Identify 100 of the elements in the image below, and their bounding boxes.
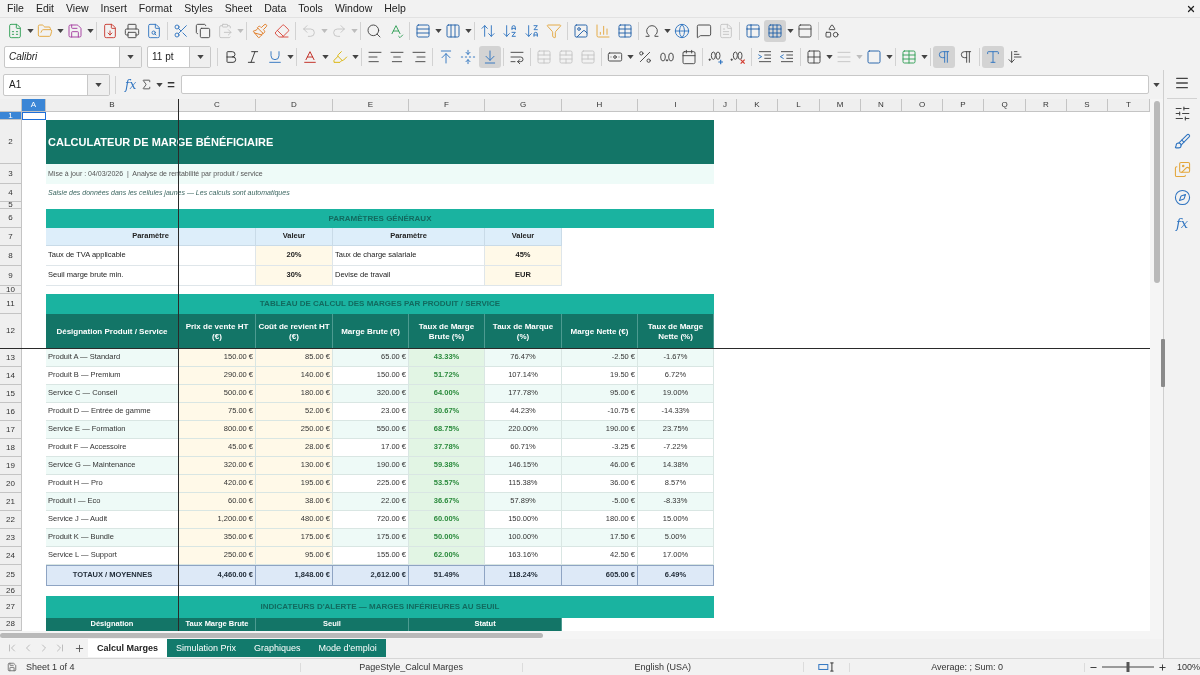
row-header[interactable]: 9 xyxy=(0,266,22,286)
images-icon[interactable] xyxy=(1173,161,1191,178)
name-box[interactable]: A1 xyxy=(3,73,110,96)
caret-icon[interactable] xyxy=(56,28,64,33)
row-header[interactable]: 4 xyxy=(0,184,22,202)
column-header[interactable]: N xyxy=(861,99,902,112)
row-header[interactable]: 18 xyxy=(0,439,22,457)
caret-icon[interactable] xyxy=(321,54,329,59)
menu-item[interactable]: Edit xyxy=(35,3,54,14)
dropdown-button[interactable] xyxy=(119,46,141,67)
font-size-field[interactable]: 11 pt xyxy=(147,45,211,68)
column-header[interactable]: J xyxy=(714,99,737,112)
scrollbar-thumb[interactable] xyxy=(0,632,543,638)
row-header[interactable]: 8 xyxy=(0,246,22,266)
menu-item[interactable]: View xyxy=(66,3,89,14)
row-header[interactable]: 16 xyxy=(0,403,22,421)
left-to-right-button[interactable] xyxy=(933,45,955,68)
zoom-label[interactable]: 100% xyxy=(1176,662,1200,672)
row-header[interactable]: 11 xyxy=(0,294,22,314)
column-header[interactable]: T xyxy=(1108,99,1150,112)
row-header[interactable]: 28 xyxy=(0,618,22,631)
caret-icon[interactable] xyxy=(920,54,928,59)
dropdown-button[interactable] xyxy=(87,74,109,95)
column-header[interactable]: C xyxy=(179,99,256,112)
caret-icon[interactable] xyxy=(786,28,794,33)
menu-item[interactable]: Help xyxy=(384,3,406,14)
menu-item[interactable]: Window xyxy=(334,3,373,14)
freeze-button[interactable] xyxy=(764,19,786,42)
row-header[interactable]: 24 xyxy=(0,547,22,565)
sheet-tab[interactable]: Graphiques xyxy=(245,639,310,657)
row-header[interactable]: 3 xyxy=(0,164,22,184)
column-header[interactable]: G xyxy=(485,99,562,112)
dropdown-button[interactable] xyxy=(189,46,210,67)
row-header[interactable]: 19 xyxy=(0,457,22,475)
sheet-tab[interactable]: Simulation Prix xyxy=(167,639,246,657)
caret-icon[interactable] xyxy=(26,28,34,33)
sheet-tab[interactable]: Mode d'emploi xyxy=(309,639,386,657)
column-header[interactable]: D xyxy=(256,99,333,112)
menu-item[interactable]: Data xyxy=(264,3,287,14)
row-header[interactable]: 6 xyxy=(0,209,22,228)
formula-button[interactable]: = xyxy=(167,78,175,91)
row-header[interactable]: 12 xyxy=(0,314,22,349)
menu-item[interactable]: Styles xyxy=(184,3,213,14)
column-header[interactable]: Q xyxy=(984,99,1026,112)
caret-icon[interactable] xyxy=(434,28,442,33)
function-wizard-button[interactable]: fx xyxy=(125,78,137,91)
column-header[interactable]: E xyxy=(333,99,409,112)
row-header[interactable]: 14 xyxy=(0,367,22,385)
menu-item[interactable]: Format xyxy=(138,3,173,14)
row-header[interactable]: 27 xyxy=(0,596,22,618)
caret-icon[interactable] xyxy=(464,28,472,33)
column-header[interactable]: F xyxy=(409,99,485,112)
slider-thumb[interactable] xyxy=(1126,662,1130,672)
column-header[interactable]: B xyxy=(46,99,179,112)
functions-button[interactable]: fx xyxy=(1175,217,1189,230)
row-header[interactable]: 17 xyxy=(0,421,22,439)
caret-icon[interactable] xyxy=(351,54,359,59)
caret-icon[interactable] xyxy=(825,54,833,59)
row-header[interactable]: 1 xyxy=(0,112,22,120)
column-header[interactable]: L xyxy=(778,99,820,112)
menu-item[interactable]: Tools xyxy=(298,3,323,14)
menu-item[interactable]: File xyxy=(7,3,24,14)
caret-icon[interactable] xyxy=(86,28,94,33)
row-header[interactable]: 25 xyxy=(0,565,22,586)
caret-icon[interactable] xyxy=(1152,82,1160,87)
row-header[interactable]: 15 xyxy=(0,385,22,403)
row-header[interactable]: 20 xyxy=(0,475,22,493)
scrollbar-thumb[interactable] xyxy=(1153,101,1160,283)
caret-icon[interactable] xyxy=(663,28,671,33)
sidebar-handle[interactable] xyxy=(1161,339,1165,387)
plus-icon[interactable] xyxy=(1157,662,1167,672)
column-header[interactable]: P xyxy=(943,99,984,112)
column-header[interactable]: O xyxy=(902,99,943,112)
compass-icon[interactable] xyxy=(1173,189,1191,206)
row-header[interactable]: 22 xyxy=(0,511,22,529)
column-header[interactable]: K xyxy=(737,99,778,112)
caret-icon[interactable] xyxy=(626,54,634,59)
caret-icon[interactable] xyxy=(155,82,163,87)
menu-icon[interactable] xyxy=(1174,75,1190,91)
row-header[interactable]: 21 xyxy=(0,493,22,511)
menu-item[interactable]: Insert xyxy=(100,3,127,14)
menu-item[interactable]: Sheet xyxy=(224,3,253,14)
column-header[interactable]: H xyxy=(562,99,638,112)
row-header[interactable]: 7 xyxy=(0,228,22,246)
text-horizontal-button[interactable] xyxy=(982,45,1004,68)
formula-input[interactable] xyxy=(180,75,1149,94)
column-header[interactable]: S xyxy=(1067,99,1108,112)
font-name-field[interactable]: Calibri xyxy=(4,45,142,68)
sheet-tab[interactable]: Calcul Marges xyxy=(88,639,168,657)
close-icon[interactable] xyxy=(1186,3,1196,14)
row-header[interactable]: 13 xyxy=(0,349,22,367)
column-header[interactable]: R xyxy=(1026,99,1067,112)
caret-icon[interactable] xyxy=(286,54,294,59)
sliders-icon[interactable] xyxy=(1173,105,1191,122)
caret-icon[interactable] xyxy=(885,54,893,59)
brush-icon[interactable] xyxy=(1173,133,1191,150)
plus-icon[interactable] xyxy=(74,642,85,654)
row-header[interactable]: 23 xyxy=(0,529,22,547)
align-bottom-button[interactable] xyxy=(479,45,501,68)
row-header[interactable]: 2 xyxy=(0,120,22,164)
